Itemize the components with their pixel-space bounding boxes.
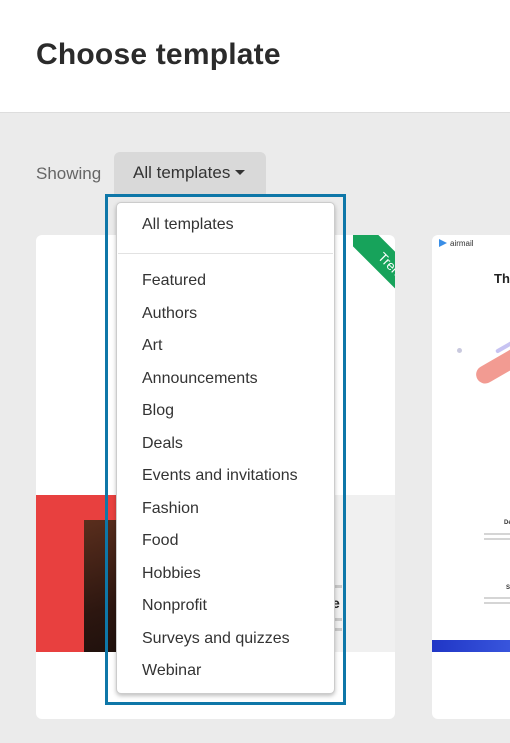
dropdown-option-art[interactable]: Art: [142, 337, 162, 355]
template-filter-button[interactable]: All templates: [114, 152, 266, 194]
card-text-line: [484, 533, 510, 535]
card-text-line: [484, 538, 510, 540]
dropdown-option-surveys-and-quizzes[interactable]: Surveys and quizzes: [142, 630, 290, 648]
dropdown-option-blog[interactable]: Blog: [142, 402, 174, 420]
dropdown-option-authors[interactable]: Authors: [142, 305, 197, 323]
dropdown-option-webinar[interactable]: Webinar: [142, 662, 201, 680]
decorative-stroke: [472, 331, 510, 387]
dropdown-option-events-and-invitations[interactable]: Events and invitations: [142, 467, 298, 485]
caret-down-icon: [235, 170, 246, 175]
dropdown-option-food[interactable]: Food: [142, 532, 178, 550]
card-blue-footer: [432, 640, 510, 652]
card-title-fragment: Th: [494, 271, 510, 286]
card-text-fragment: De: [504, 520, 510, 526]
dropdown-option-fashion[interactable]: Fashion: [142, 500, 199, 518]
header: Choose template: [0, 0, 510, 113]
dropdown-option-deals[interactable]: Deals: [142, 435, 183, 453]
dropdown-option-all-templates[interactable]: All templates: [142, 216, 234, 234]
decorative-stroke: [495, 320, 510, 354]
card-text-line: [484, 597, 510, 599]
trending-ribbon: Trending: [353, 235, 395, 325]
card-text-line: [484, 602, 510, 604]
showing-label: Showing: [36, 164, 102, 183]
page-title: Choose template: [36, 38, 281, 71]
template-filter-selected: All templates: [133, 163, 231, 182]
airmail-logo: airmail: [439, 239, 474, 248]
dropdown-divider: [118, 253, 333, 254]
paper-plane-icon: [439, 239, 447, 247]
dropdown-option-hobbies[interactable]: Hobbies: [142, 565, 201, 583]
card-text-fragment: Sc: [506, 585, 510, 591]
template-filter-dropdown: All templates Featured Authors Art Annou…: [116, 202, 335, 694]
template-card[interactable]: airmail Th De Sc: [432, 235, 510, 719]
dropdown-option-featured[interactable]: Featured: [142, 272, 206, 290]
dropdown-option-announcements[interactable]: Announcements: [142, 370, 258, 388]
dropdown-option-nonprofit[interactable]: Nonprofit: [142, 597, 207, 615]
decorative-dot: [457, 348, 462, 353]
airmail-logo-text: airmail: [450, 239, 474, 248]
trending-badge: Trending: [353, 235, 395, 325]
